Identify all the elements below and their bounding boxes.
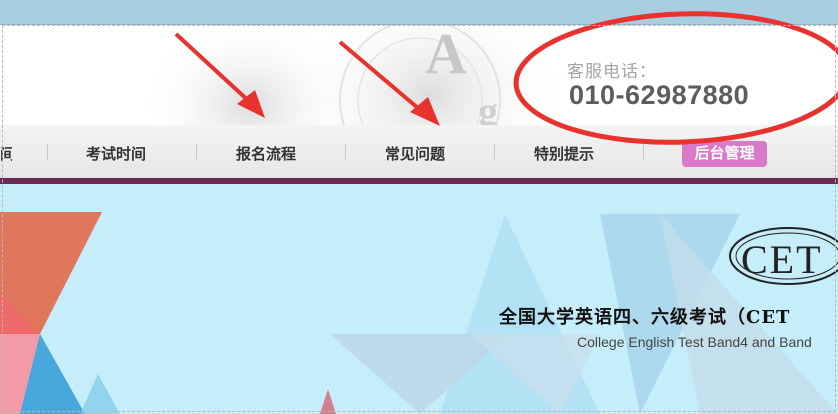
admin-button[interactable]: 后台管理 [682, 141, 767, 167]
phone-label: 客服电话： [567, 62, 657, 81]
nav-item-partial[interactable]: 间 [0, 143, 12, 164]
nav-divider [47, 144, 48, 160]
nav-divider [196, 144, 197, 160]
nav-item-exam-time[interactable]: 考试时间 [86, 143, 146, 164]
browser-top-bar [0, 0, 838, 25]
nav-divider [345, 144, 346, 160]
nav-item-registration-process[interactable]: 报名流程 [236, 143, 296, 164]
nav-divider [494, 144, 495, 160]
cet-title: 全国大学英语四、六级考试（CET [499, 307, 791, 328]
nav-divider [643, 144, 644, 160]
cet-banner [0, 184, 838, 414]
cet-logo-text: CET [741, 237, 823, 282]
nav-item-faq[interactable]: 常见问题 [385, 143, 445, 164]
phone-number: 010-62987880 [569, 80, 750, 110]
nav-item-special-notice[interactable]: 特别提示 [534, 143, 594, 164]
cet-subtitle: College English Test Band4 and Band [577, 334, 812, 350]
banner-triangles [0, 212, 838, 414]
svg-text:A: A [425, 25, 467, 86]
svg-text:g: g [478, 89, 498, 125]
